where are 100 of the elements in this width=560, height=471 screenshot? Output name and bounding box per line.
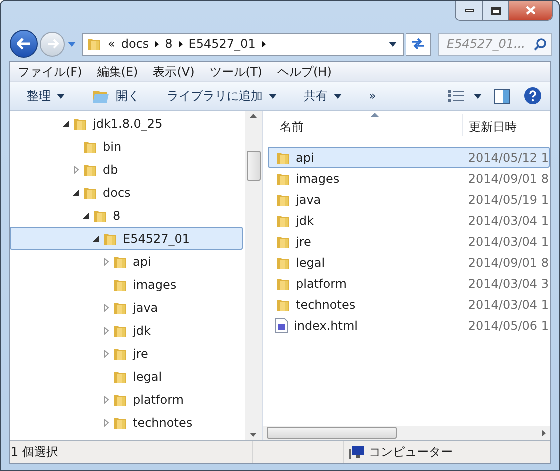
tree-item[interactable]: jdk	[10, 319, 243, 342]
breadcrumb[interactable]: 8	[165, 35, 173, 53]
tree-item-label: api	[133, 254, 152, 270]
file-row[interactable]: jdk 2014/03/04 1	[268, 210, 550, 231]
menu-item[interactable]: ヘルプ(H)	[278, 62, 332, 80]
breadcrumb[interactable]: docs	[121, 35, 150, 53]
collapsed-arrow-icon[interactable]	[104, 258, 108, 266]
scroll-right-icon[interactable]	[542, 430, 546, 436]
sort-arrow-icon	[371, 113, 379, 117]
refresh-button[interactable]	[406, 32, 431, 56]
forward-arrow-icon	[46, 39, 58, 49]
status-location: コンピューター	[369, 444, 453, 461]
toolbar-button[interactable]: 共有	[304, 87, 342, 105]
breadcrumb-arrow-icon[interactable]	[178, 40, 183, 48]
tree-item[interactable]: jre	[10, 342, 243, 365]
horizontal-scrollbar[interactable]	[263, 426, 550, 440]
tree-item-label: jre	[133, 346, 148, 362]
tree-item-label: platform	[133, 392, 184, 408]
folder-icon	[86, 36, 102, 52]
scroll-down-icon[interactable]	[250, 433, 257, 437]
tree-item[interactable]: E54527_01	[10, 227, 243, 250]
scroll-thumb[interactable]	[246, 150, 260, 180]
file-row[interactable]: index.html 2014/05/06 1	[268, 315, 550, 336]
tree-item[interactable]: images	[10, 273, 243, 296]
tree-item-label: 8	[113, 208, 121, 224]
tree-item[interactable]: platform	[10, 388, 243, 411]
expanded-arrow-icon[interactable]	[73, 190, 79, 196]
tree-item-label: legal	[133, 368, 162, 386]
file-name: technotes	[296, 296, 357, 314]
help-icon	[524, 87, 542, 105]
file-date: 2014/05/12 1	[468, 150, 549, 166]
file-name: jre	[296, 234, 312, 250]
html-file-icon	[275, 318, 289, 334]
tree-item[interactable]: docs	[10, 181, 243, 204]
file-date: 2014/03/04 1	[468, 212, 549, 230]
expanded-arrow-icon[interactable]	[93, 236, 99, 242]
tree-item-label: docs	[103, 184, 131, 202]
tree-item[interactable]: db	[10, 158, 243, 181]
file-date: 2014/03/04 1	[468, 234, 549, 250]
address-dropdown-icon	[389, 42, 397, 46]
collapsed-arrow-icon[interactable]	[104, 396, 108, 404]
view-options-button[interactable]	[448, 90, 482, 102]
file-row[interactable]: legal 2014/09/01 8	[268, 252, 550, 273]
status-selection: 1 個選択	[10, 441, 253, 463]
refresh-icon	[410, 37, 426, 51]
menu-item[interactable]: 編集(E)	[97, 62, 138, 80]
collapsed-arrow-icon[interactable]	[104, 326, 108, 334]
file-row[interactable]: jre 2014/03/04 1	[268, 231, 550, 252]
file-row[interactable]: images 2014/09/01 8	[268, 168, 550, 189]
file-row[interactable]: platform 2014/03/04 3	[268, 273, 550, 294]
breadcrumb[interactable]: E54527_01	[188, 35, 256, 53]
menu-item[interactable]: 表示(V)	[153, 62, 195, 80]
file-date: 2014/09/01 8	[468, 170, 549, 188]
scroll-thumb[interactable]	[266, 427, 396, 439]
menu-item[interactable]: ファイル(F)	[18, 62, 82, 80]
tree-item[interactable]: legal	[10, 365, 243, 388]
file-row[interactable]: java 2014/05/19 1	[268, 189, 550, 210]
file-name: api	[296, 150, 316, 166]
tree-item[interactable]: 8	[10, 204, 243, 227]
caret-icon	[334, 94, 342, 98]
help-button[interactable]	[524, 87, 542, 105]
collapsed-arrow-icon[interactable]	[104, 418, 108, 426]
tree-item[interactable]: api	[10, 250, 243, 273]
close-button[interactable]	[509, 1, 552, 20]
toolbar-button[interactable]: 開く	[92, 87, 140, 105]
column-header[interactable]: 更新日時	[462, 114, 517, 136]
column-header[interactable]: 名前	[263, 114, 462, 136]
collapsed-arrow-icon[interactable]	[104, 350, 108, 358]
address-bar[interactable]: « docs 8 E54527_01	[82, 32, 404, 56]
list-view-icon	[448, 90, 464, 102]
collapsed-arrow-icon[interactable]	[104, 304, 108, 312]
collapsed-arrow-icon[interactable]	[74, 166, 78, 174]
maximize-button[interactable]	[483, 1, 509, 20]
file-name: java	[296, 192, 322, 208]
breadcrumb-arrow-icon[interactable]	[155, 40, 160, 48]
tree-item[interactable]: technotes	[10, 411, 243, 434]
overflow-chevron[interactable]: «	[108, 35, 116, 53]
history-dropdown[interactable]	[67, 42, 77, 46]
minimize-button[interactable]	[456, 1, 483, 20]
expanded-arrow-icon[interactable]	[63, 120, 69, 126]
breadcrumb-arrow-icon[interactable]	[262, 40, 266, 48]
tree-item-label: jdk1.8.0_25	[93, 116, 163, 132]
toolbar-button[interactable]: ライブラリに追加	[167, 87, 277, 105]
menu-item[interactable]: ツール(T)	[210, 62, 262, 80]
vertical-scrollbar[interactable]	[245, 111, 262, 440]
tree-item[interactable]: bin	[10, 135, 243, 158]
more-button[interactable]: »	[369, 87, 376, 105]
tree-item[interactable]: jdk1.8.0_25	[10, 112, 243, 135]
file-name: legal	[296, 254, 326, 272]
file-row[interactable]: technotes 2014/03/04 1	[268, 294, 550, 315]
toolbar-button[interactable]: 整理	[27, 87, 65, 105]
scroll-up-icon[interactable]	[250, 114, 257, 118]
back-button[interactable]	[10, 30, 38, 58]
preview-pane-button[interactable]	[494, 88, 510, 104]
file-row[interactable]: api 2014/05/12 1	[268, 147, 550, 168]
tree-item[interactable]: java	[10, 296, 243, 319]
file-name: jdk	[296, 212, 315, 230]
search-field[interactable]: E54527_01...	[438, 32, 552, 56]
tree-item-label: images	[133, 276, 177, 294]
expanded-arrow-icon[interactable]	[83, 212, 89, 218]
